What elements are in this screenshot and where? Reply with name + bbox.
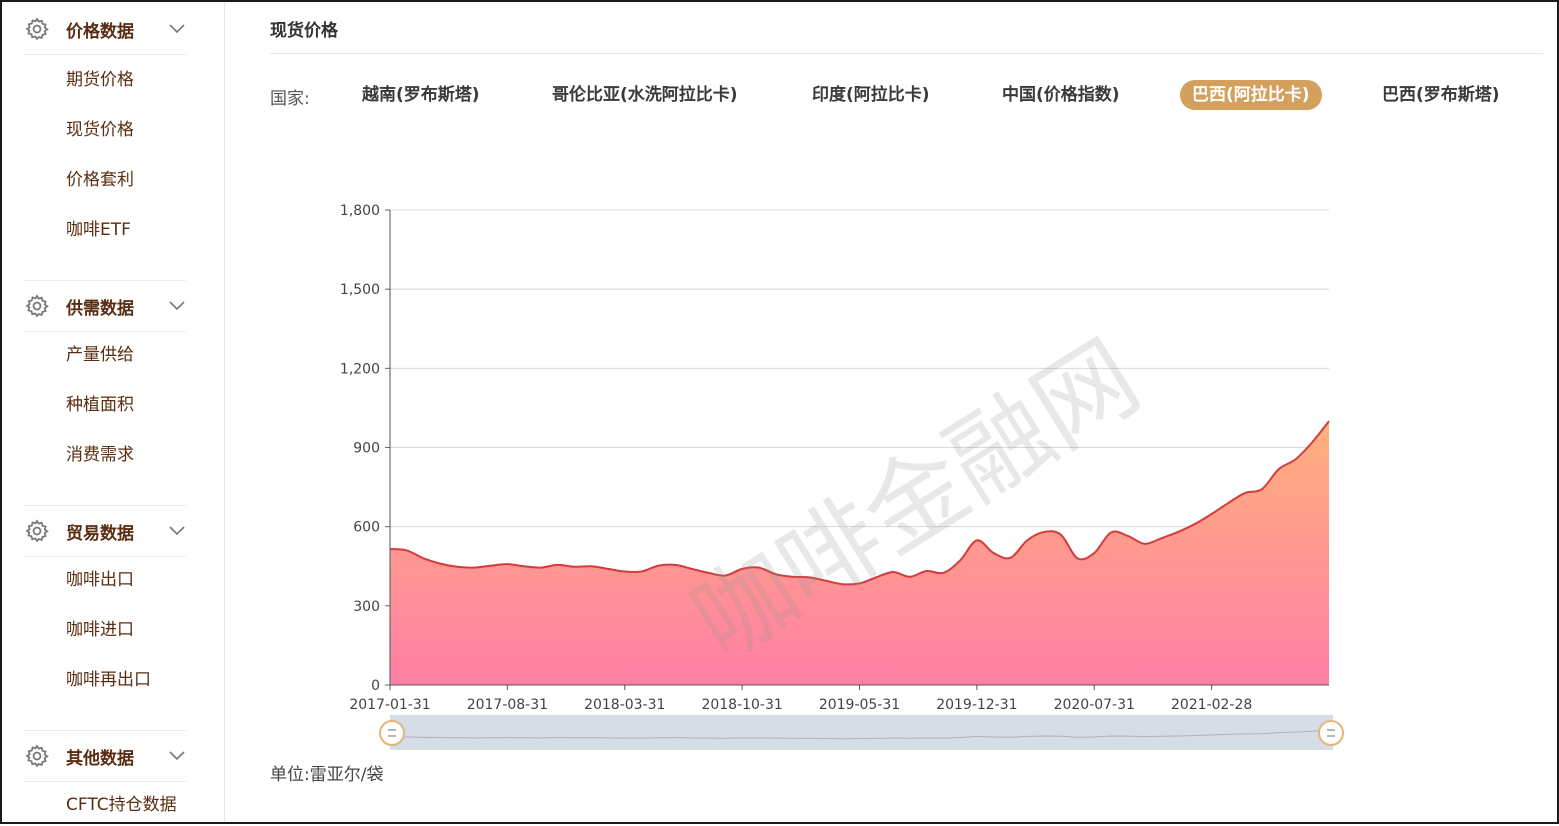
gear-icon (25, 744, 49, 768)
chevron-down-icon (169, 526, 185, 536)
sidebar-item-area[interactable]: 种植面积 (66, 393, 134, 417)
sidebar: 价格数据 期货价格 现货价格 价格套利 咖啡ETF 供需数据 产量供给 种植面积… (2, 2, 225, 822)
sidebar-group-price[interactable]: 价格数据 (24, 4, 186, 55)
sidebar-group-title: 贸易数据 (66, 523, 134, 544)
sidebar-item-reexport[interactable]: 咖啡再出口 (66, 668, 151, 692)
country-tab-china-price-index[interactable]: 中国(价格指数) (990, 80, 1132, 110)
country-label: 国家: (270, 89, 310, 109)
country-tab-india-arabica[interactable]: 印度(阿拉比卡) (800, 80, 942, 110)
sidebar-group-title: 供需数据 (66, 298, 134, 319)
country-tab-colombia-washed-arabica[interactable]: 哥伦比亚(水洗阿拉比卡) (540, 80, 750, 110)
chevron-down-icon (169, 751, 185, 761)
chevron-down-icon (169, 301, 185, 311)
unit-label: 单位:雷亚尔/袋 (270, 765, 384, 785)
sidebar-item-consumption[interactable]: 消费需求 (66, 443, 134, 467)
sidebar-item-etf[interactable]: 咖啡ETF (66, 218, 131, 242)
sidebar-item-production[interactable]: 产量供给 (66, 343, 134, 367)
country-tab-brazil-robusta[interactable]: 巴西(罗布斯塔) (1370, 80, 1512, 110)
sidebar-group-supply[interactable]: 供需数据 (24, 280, 186, 332)
sidebar-item-cftc[interactable]: CFTC持仓数据 (66, 793, 177, 817)
sidebar-item-futures[interactable]: 期货价格 (66, 68, 134, 92)
gear-icon (25, 17, 49, 41)
sidebar-group-title: 其他数据 (66, 748, 134, 769)
sidebar-item-import[interactable]: 咖啡进口 (66, 618, 134, 642)
country-tab-brazil-arabica[interactable]: 巴西(阿拉比卡) (1180, 80, 1322, 110)
sidebar-group-other[interactable]: 其他数据 (24, 730, 186, 782)
sidebar-group-trade[interactable]: 贸易数据 (24, 505, 186, 557)
gear-icon (25, 519, 49, 543)
country-tab-vietnam-robusta[interactable]: 越南(罗布斯塔) (350, 80, 492, 110)
sidebar-item-spot[interactable]: 现货价格 (66, 118, 134, 142)
main-content: 现货价格 国家: 越南(罗布斯塔) 哥伦比亚(水洗阿拉比卡) 印度(阿拉比卡) … (224, 2, 1557, 822)
title-divider (270, 53, 1543, 54)
chevron-down-icon (169, 24, 185, 34)
sidebar-item-export[interactable]: 咖啡出口 (66, 568, 134, 592)
page-title: 现货价格 (270, 21, 338, 41)
sidebar-group-title: 价格数据 (66, 21, 134, 42)
sidebar-item-arbitrage[interactable]: 价格套利 (66, 168, 134, 192)
gear-icon (25, 294, 49, 318)
